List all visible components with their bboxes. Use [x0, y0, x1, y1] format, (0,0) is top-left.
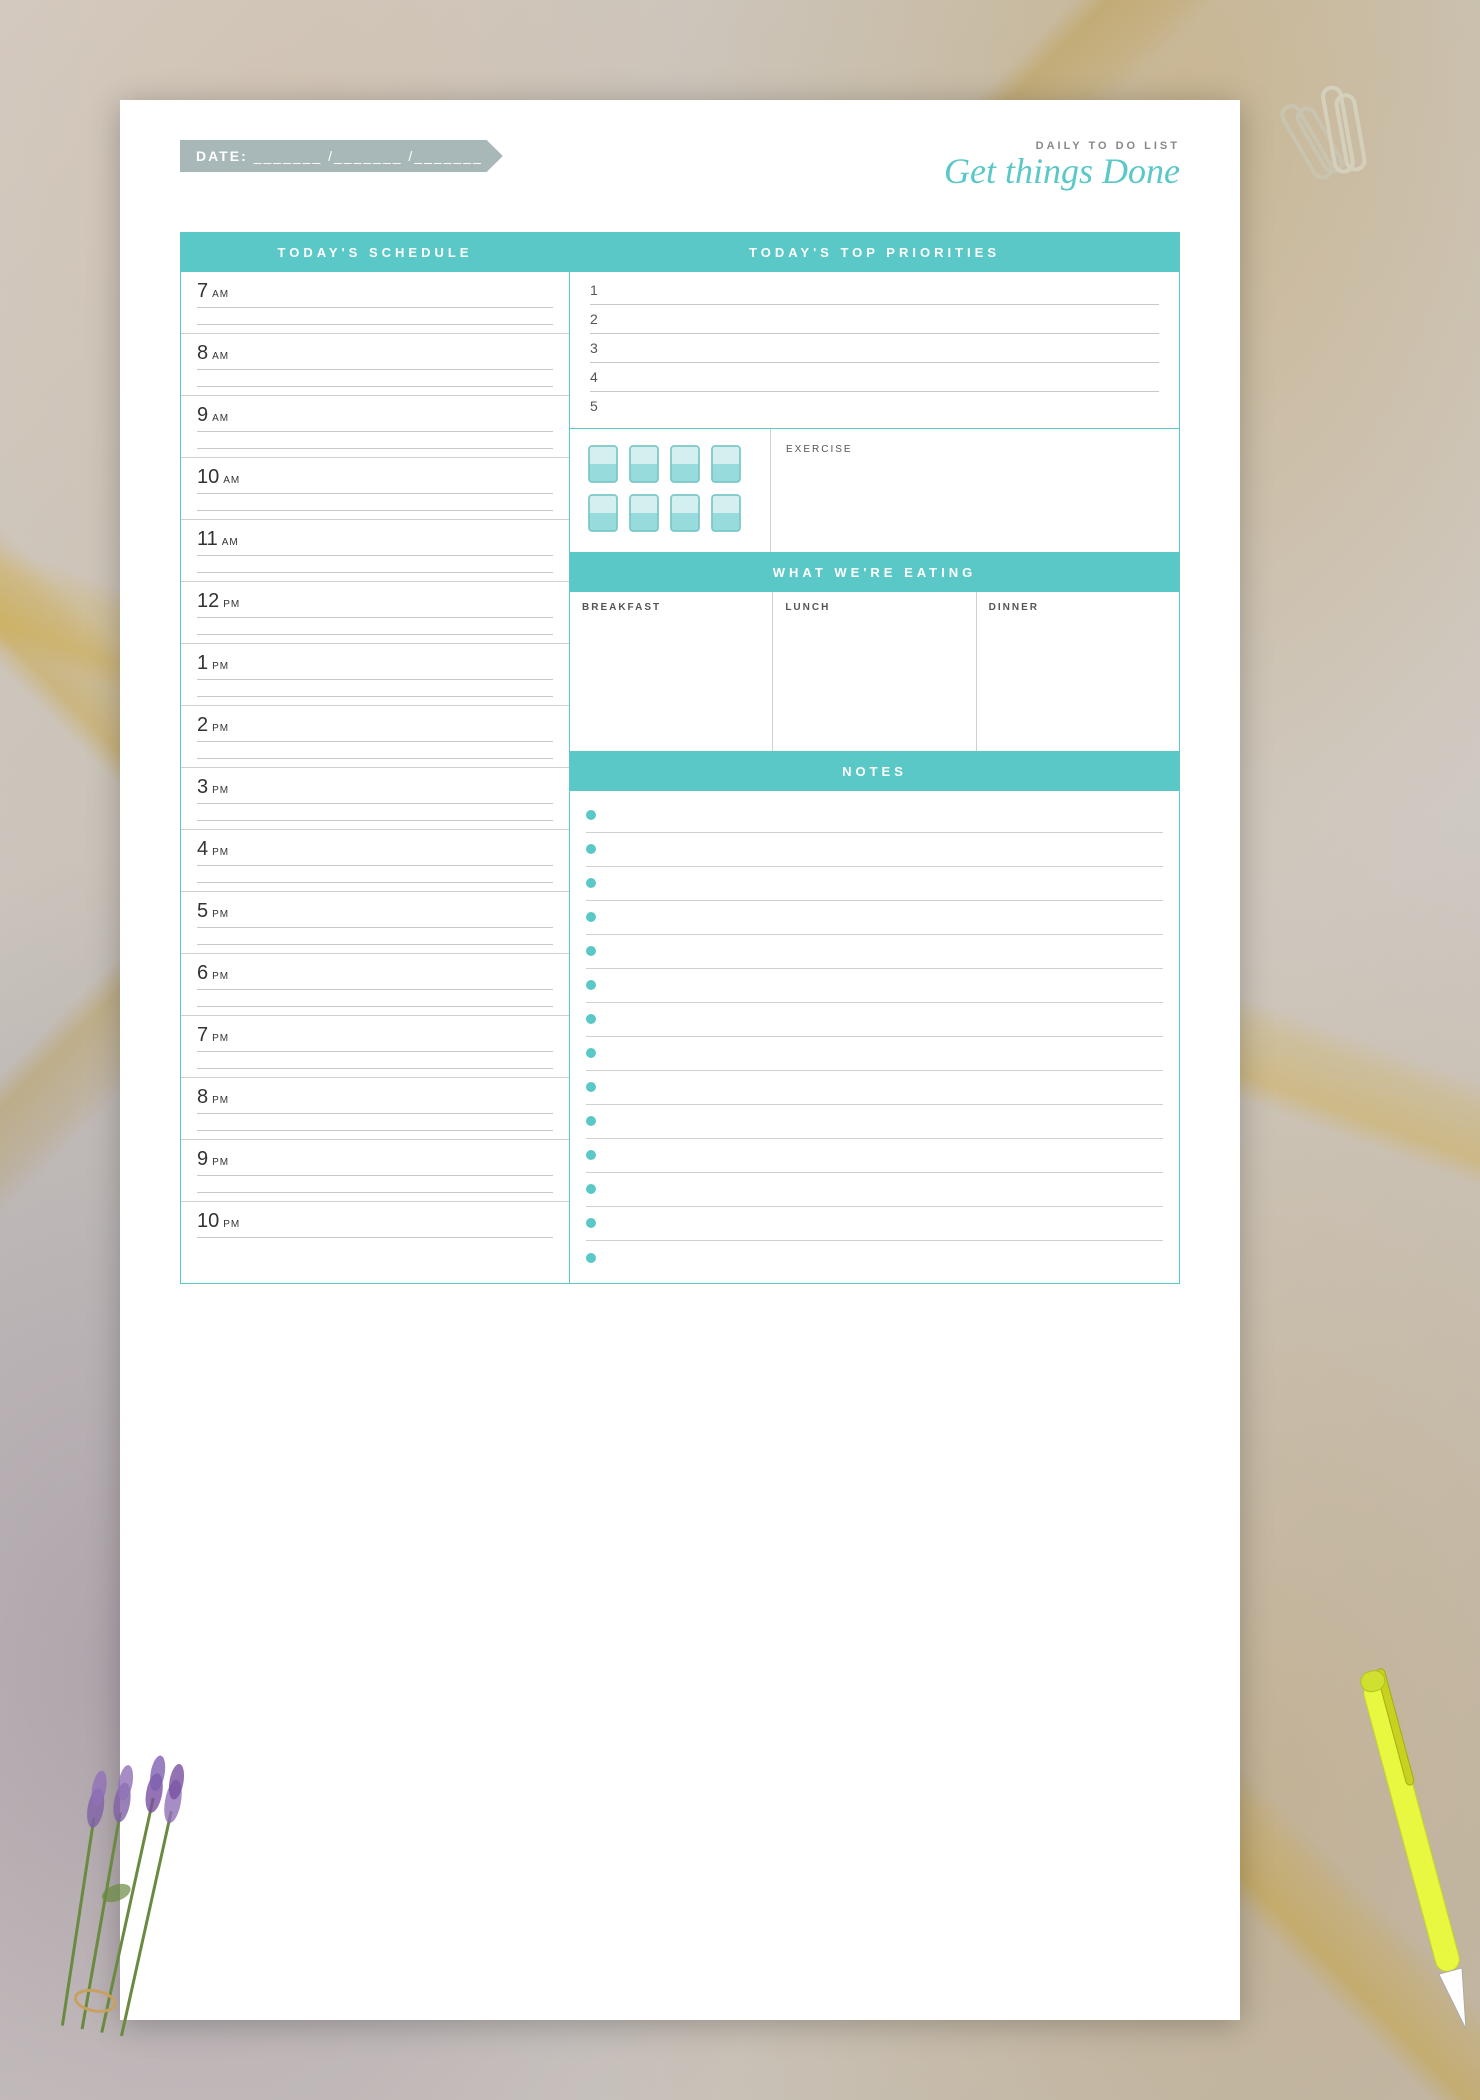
time-slot-9am[interactable]: 9AM — [181, 396, 569, 458]
exercise-section: EXERCISE — [770, 429, 1179, 552]
note-item-11[interactable] — [586, 1139, 1163, 1173]
tagline: Get things Done — [944, 152, 1180, 192]
note-item-9[interactable] — [586, 1071, 1163, 1105]
note-bullet — [586, 844, 596, 854]
title-area: DAILY TO DO LIST Get things Done — [944, 140, 1180, 192]
note-item-8[interactable] — [586, 1037, 1163, 1071]
note-item-2[interactable] — [586, 833, 1163, 867]
time-slot-2pm[interactable]: 2PM — [181, 706, 569, 768]
water-glass-2 — [626, 444, 662, 488]
note-item-12[interactable] — [586, 1173, 1163, 1207]
time-slot-8pm[interactable]: 8PM — [181, 1078, 569, 1140]
note-bullet — [586, 1014, 596, 1024]
note-bullet — [586, 810, 596, 820]
water-glass-5 — [585, 493, 621, 537]
priority-item-5[interactable]: 5 — [590, 398, 1159, 418]
time-slot-10am[interactable]: 10AM — [181, 458, 569, 520]
time-slot-4pm[interactable]: 4PM — [181, 830, 569, 892]
note-bullet — [586, 1253, 596, 1263]
note-item-6[interactable] — [586, 969, 1163, 1003]
note-bullet — [586, 1218, 596, 1228]
lunch-col[interactable]: LUNCH — [773, 592, 976, 751]
time-slot-3pm[interactable]: 3PM — [181, 768, 569, 830]
priorities-list: 1 2 3 4 5 — [570, 272, 1179, 429]
note-item-7[interactable] — [586, 1003, 1163, 1037]
note-bullet — [586, 912, 596, 922]
note-bullet — [586, 946, 596, 956]
water-glass-3 — [667, 444, 703, 488]
note-item-1[interactable] — [586, 799, 1163, 833]
note-item-14[interactable] — [586, 1241, 1163, 1275]
note-item-5[interactable] — [586, 935, 1163, 969]
priority-item-2[interactable]: 2 — [590, 311, 1159, 334]
time-slot-11am[interactable]: 11AM — [181, 520, 569, 582]
priority-item-3[interactable]: 3 — [590, 340, 1159, 363]
date-field[interactable]: DATE: _______ /_______ /_______ — [180, 140, 503, 172]
schedule-column: TODAY'S SCHEDULE 7AM 8AM 9AM 10AM — [180, 232, 570, 1284]
dinner-label: DINNER — [989, 602, 1167, 613]
notes-header: NOTES — [570, 752, 1179, 791]
dinner-col[interactable]: DINNER — [977, 592, 1179, 751]
water-tracker — [570, 429, 770, 552]
exercise-label: EXERCISE — [786, 444, 1164, 455]
note-bullet — [586, 1150, 596, 1160]
time-slot-10pm[interactable]: 10PM — [181, 1202, 569, 1246]
priority-item-1[interactable]: 1 — [590, 282, 1159, 305]
time-slot-6pm[interactable]: 6PM — [181, 954, 569, 1016]
water-glass-4 — [708, 444, 744, 488]
note-bullet — [586, 1116, 596, 1126]
note-bullet — [586, 1048, 596, 1058]
right-column: TODAY'S TOP PRIORITIES 1 2 3 4 5 — [570, 232, 1180, 1284]
water-glass-1 — [585, 444, 621, 488]
lunch-label: LUNCH — [785, 602, 963, 613]
meals-grid: BREAKFAST LUNCH DINNER — [570, 592, 1179, 752]
main-grid: TODAY'S SCHEDULE 7AM 8AM 9AM 10AM — [120, 232, 1240, 1284]
water-glass-8 — [708, 493, 744, 537]
schedule-header: TODAY'S SCHEDULE — [181, 233, 569, 272]
header: DATE: _______ /_______ /_______ DAILY TO… — [120, 100, 1240, 212]
priority-item-4[interactable]: 4 — [590, 369, 1159, 392]
time-slot-12pm[interactable]: 12PM — [181, 582, 569, 644]
date-label: DATE: — [196, 148, 248, 164]
paperclip-decoration — [1240, 80, 1420, 205]
date-value: _______ /_______ /_______ — [254, 148, 483, 164]
breakfast-label: BREAKFAST — [582, 602, 760, 613]
note-item-4[interactable] — [586, 901, 1163, 935]
priorities-header: TODAY'S TOP PRIORITIES — [570, 233, 1179, 272]
time-slot-1pm[interactable]: 1PM — [181, 644, 569, 706]
time-slot-7pm[interactable]: 7PM — [181, 1016, 569, 1078]
water-glass-7 — [667, 493, 703, 537]
paper-sheet: DATE: _______ /_______ /_______ DAILY TO… — [120, 100, 1240, 2020]
note-bullet — [586, 980, 596, 990]
time-slot-5pm[interactable]: 5PM — [181, 892, 569, 954]
note-bullet — [586, 878, 596, 888]
note-bullet — [586, 1082, 596, 1092]
note-item-13[interactable] — [586, 1207, 1163, 1241]
note-item-10[interactable] — [586, 1105, 1163, 1139]
eating-header: WHAT WE'RE EATING — [570, 553, 1179, 592]
note-item-3[interactable] — [586, 867, 1163, 901]
note-bullet — [586, 1184, 596, 1194]
water-glass-6 — [626, 493, 662, 537]
breakfast-col[interactable]: BREAKFAST — [570, 592, 773, 751]
notes-list — [570, 791, 1179, 1283]
time-slot-9pm[interactable]: 9PM — [181, 1140, 569, 1202]
time-slot-7am[interactable]: 7AM — [181, 272, 569, 334]
water-exercise-section: EXERCISE — [570, 429, 1179, 553]
time-slot-8am[interactable]: 8AM — [181, 334, 569, 396]
